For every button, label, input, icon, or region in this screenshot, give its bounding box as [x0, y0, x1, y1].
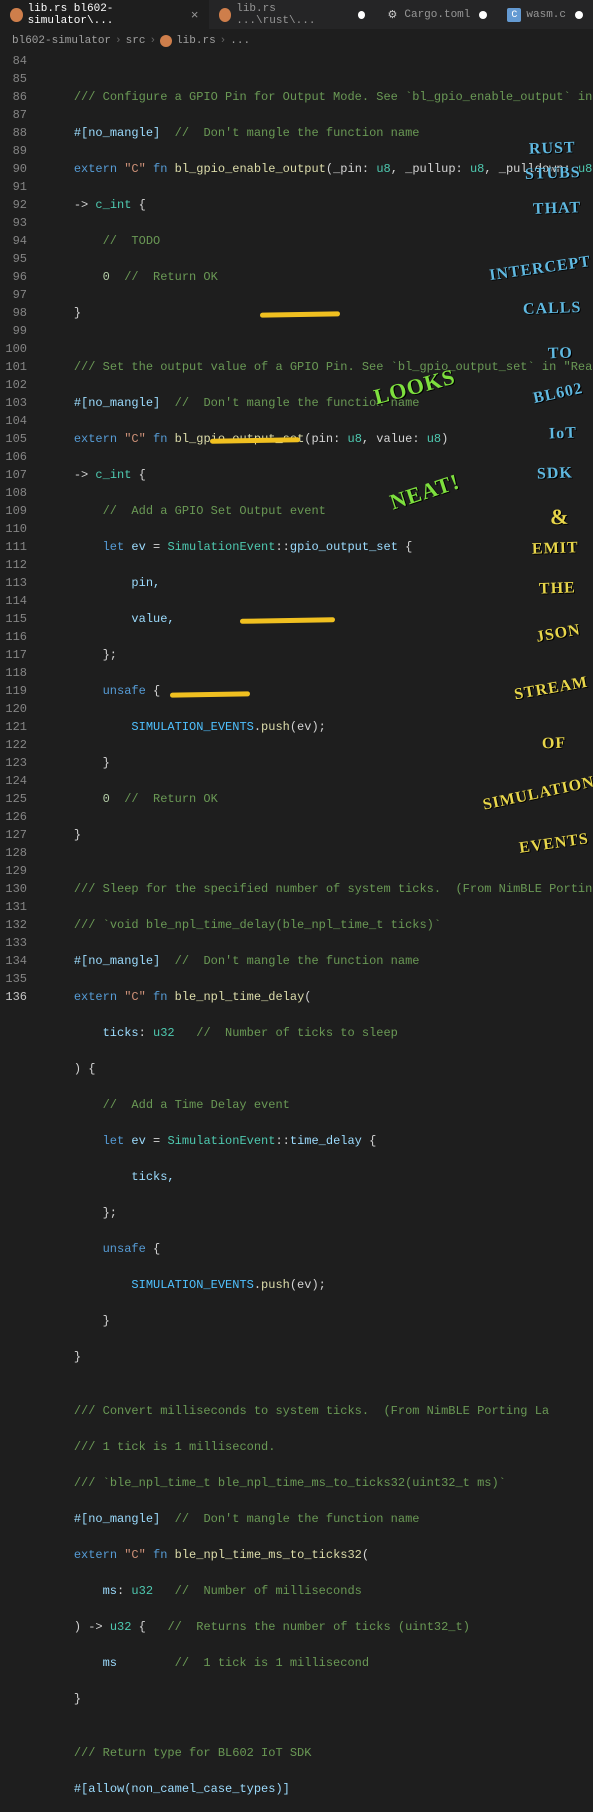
tab-label: Cargo.toml: [404, 9, 470, 21]
breadcrumb[interactable]: bl602-simulator › src › lib.rs › ...: [0, 30, 593, 52]
tab-label: wasm.c: [526, 9, 566, 21]
tab-lib-rs-rust[interactable]: lib.rs ...\rust\...: [209, 0, 376, 30]
breadcrumb-folder[interactable]: src: [126, 35, 146, 47]
code-area[interactable]: /// Configure a GPIO Pin for Output Mode…: [45, 52, 593, 1812]
tab-label: lib.rs bl602-simulator\...: [28, 3, 182, 27]
chevron-right-icon: ›: [115, 35, 122, 47]
dirty-indicator: [479, 11, 487, 19]
rust-icon: [160, 35, 172, 47]
c-icon: C: [507, 8, 521, 22]
editor-tabs: lib.rs bl602-simulator\... × lib.rs ...\…: [0, 0, 593, 30]
breadcrumb-symbol[interactable]: ...: [230, 35, 250, 47]
rust-icon: [219, 8, 232, 22]
tab-wasm-c[interactable]: C wasm.c: [497, 0, 593, 30]
chevron-right-icon: ›: [149, 35, 156, 47]
close-icon[interactable]: ×: [187, 8, 199, 23]
rust-icon: [10, 8, 23, 22]
breadcrumb-file[interactable]: lib.rs: [176, 35, 216, 47]
line-gutter: 8485868788899091929394959697989910010110…: [0, 52, 45, 1812]
dirty-indicator: [575, 11, 583, 19]
tab-cargo-toml[interactable]: ⚙ Cargo.toml: [375, 0, 497, 30]
code-editor[interactable]: 8485868788899091929394959697989910010110…: [0, 52, 593, 1812]
tab-lib-rs-simulator[interactable]: lib.rs bl602-simulator\... ×: [0, 0, 209, 30]
breadcrumb-folder[interactable]: bl602-simulator: [12, 35, 111, 47]
chevron-right-icon: ›: [220, 35, 227, 47]
tab-label: lib.rs ...\rust\...: [236, 3, 349, 27]
dirty-indicator: [358, 11, 365, 19]
cargo-icon: ⚙: [385, 8, 399, 22]
